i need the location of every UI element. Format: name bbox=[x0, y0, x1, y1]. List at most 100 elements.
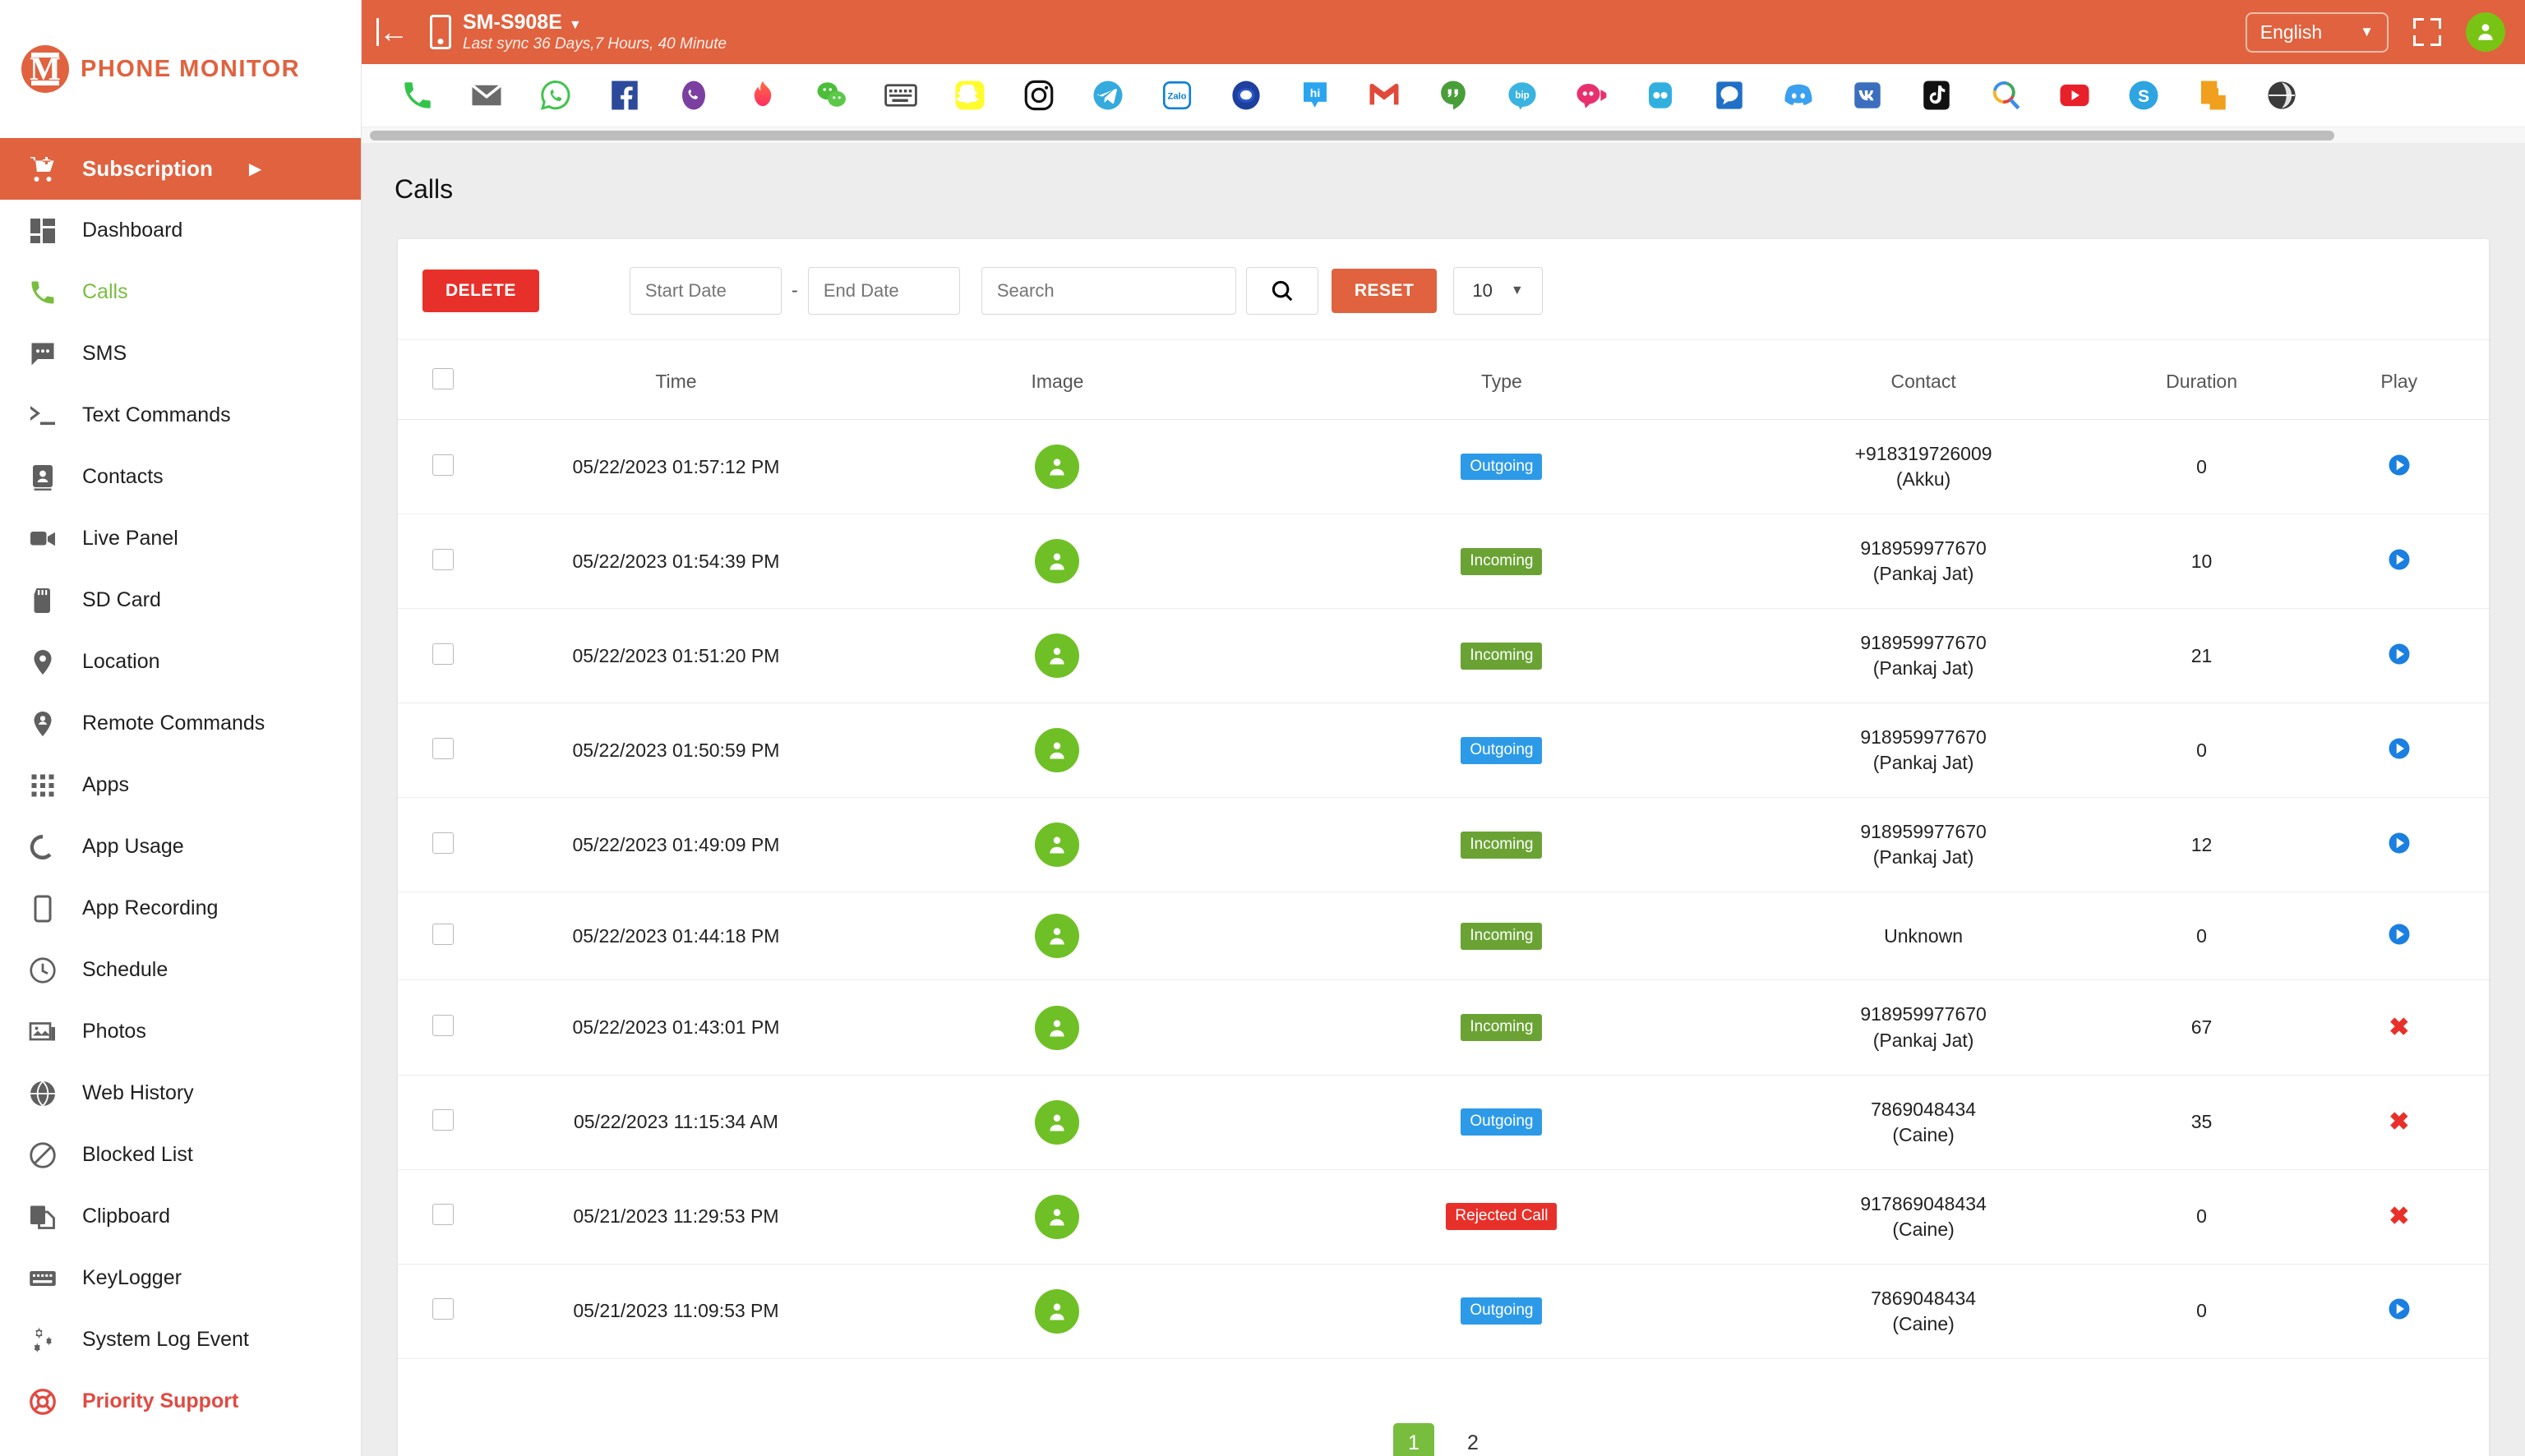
user-avatar-icon[interactable] bbox=[2466, 12, 2505, 52]
youtube-icon[interactable] bbox=[2040, 71, 2109, 120]
sidebar-item-app-usage[interactable]: App Usage bbox=[0, 816, 361, 878]
table-row[interactable]: 05/22/2023 01:44:18 PM Incoming Unknown 0 bbox=[398, 892, 2489, 981]
facebook-icon[interactable] bbox=[590, 71, 659, 120]
telegram-icon[interactable] bbox=[1073, 71, 1142, 120]
row-checkbox[interactable] bbox=[432, 454, 454, 476]
play-icon[interactable] bbox=[2387, 736, 2412, 761]
column-header-play[interactable]: Play bbox=[2309, 340, 2489, 420]
sidebar-item-blocked-list[interactable]: Blocked List bbox=[0, 1124, 361, 1186]
sidebar-item-calls[interactable]: Calls bbox=[0, 261, 361, 323]
apps-scrollbar-thumb[interactable] bbox=[370, 131, 2334, 141]
apps-scrollbar[interactable] bbox=[362, 127, 2525, 143]
keyboard-icon[interactable] bbox=[866, 71, 935, 120]
sidebar-item-system-log-event[interactable]: System Log Event bbox=[0, 1309, 361, 1371]
table-row[interactable]: 05/22/2023 01:49:09 PM Incoming 9189599776… bbox=[398, 797, 2489, 893]
row-checkbox[interactable] bbox=[432, 1015, 454, 1037]
sidebar-item-priority-support[interactable]: Priority Support bbox=[0, 1371, 361, 1432]
reset-button[interactable]: RESET bbox=[1331, 269, 1438, 313]
instagram-icon[interactable] bbox=[1004, 71, 1073, 120]
pagination-page-1[interactable]: 1 bbox=[1393, 1422, 1434, 1456]
sidebar-item-remote-commands[interactable]: Remote Commands bbox=[0, 693, 361, 754]
snapchat-icon[interactable] bbox=[935, 71, 1004, 120]
sidebar-item-subscription[interactable]: Subscription ▶ bbox=[0, 138, 361, 200]
sidebar-item-location[interactable]: Location bbox=[0, 631, 361, 693]
table-row[interactable]: 05/22/2023 01:50:59 PM Outgoing 9189599776… bbox=[398, 703, 2489, 799]
search-input[interactable] bbox=[981, 267, 1236, 315]
column-header-type[interactable]: Type bbox=[1250, 340, 1753, 420]
row-checkbox[interactable] bbox=[432, 1204, 454, 1226]
play-icon[interactable] bbox=[2387, 642, 2412, 666]
column-header-time[interactable]: Time bbox=[487, 340, 865, 420]
hike-icon[interactable]: hi bbox=[1281, 71, 1350, 120]
table-row[interactable]: 05/22/2023 01:57:12 PM Outgoing +918319726… bbox=[398, 419, 2489, 515]
pagination-page-2[interactable]: 2 bbox=[1452, 1423, 1493, 1456]
flickr-icon[interactable] bbox=[1626, 71, 1695, 120]
play-icon[interactable] bbox=[2387, 453, 2412, 477]
select-all-checkbox[interactable] bbox=[432, 368, 454, 389]
table-row[interactable]: 05/22/2023 11:15:34 AM Outgoing 7869048434… bbox=[398, 1075, 2489, 1170]
video-chat-icon[interactable] bbox=[1557, 71, 1626, 120]
table-row[interactable]: 05/22/2023 01:51:20 PM Incoming 9189599776… bbox=[398, 608, 2489, 704]
table-row[interactable]: 05/22/2023 01:43:01 PM Incoming 9189599776… bbox=[398, 979, 2489, 1076]
delete-button[interactable]: DELETE bbox=[422, 270, 539, 312]
page-size-select[interactable]: 10 ▼ bbox=[1453, 267, 1543, 315]
end-date-input[interactable] bbox=[807, 267, 960, 315]
sidebar-item-sd-card[interactable]: SD Card bbox=[0, 569, 361, 631]
column-header-duration[interactable]: Duration bbox=[2093, 340, 2310, 420]
sidebar-item-web-history[interactable]: Web History bbox=[0, 1062, 361, 1124]
start-date-input[interactable] bbox=[629, 267, 782, 315]
row-checkbox[interactable] bbox=[432, 548, 454, 570]
back-arrow-icon[interactable]: ← bbox=[376, 16, 418, 46]
fullscreen-icon[interactable] bbox=[2413, 18, 2441, 46]
vk-icon[interactable] bbox=[1833, 71, 1902, 120]
row-checkbox[interactable] bbox=[432, 1298, 454, 1320]
sidebar-item-clipboard[interactable]: Clipboard bbox=[0, 1186, 361, 1247]
column-header-image[interactable]: Image bbox=[864, 340, 1251, 420]
sidebar-item-schedule[interactable]: Schedule bbox=[0, 939, 361, 1001]
world-chat-icon[interactable] bbox=[2247, 71, 2316, 120]
imessage-icon[interactable] bbox=[1695, 71, 1764, 120]
row-checkbox[interactable] bbox=[432, 1109, 454, 1131]
viber-icon[interactable] bbox=[659, 71, 728, 120]
sidebar-item-sms[interactable]: SMS bbox=[0, 323, 361, 385]
bip-icon[interactable]: bip bbox=[1488, 71, 1557, 120]
sidebar-item-contacts[interactable]: Contacts bbox=[0, 446, 361, 508]
play-icon[interactable] bbox=[2387, 547, 2412, 572]
sidebar-item-photos[interactable]: Photos bbox=[0, 1001, 361, 1062]
wechat-icon[interactable] bbox=[797, 71, 866, 120]
play-icon[interactable] bbox=[2387, 1297, 2412, 1321]
no-recording-icon[interactable]: ✖ bbox=[2389, 1014, 2409, 1041]
sidebar-item-dashboard[interactable]: Dashboard bbox=[0, 200, 361, 261]
sidebar-item-apps[interactable]: Apps bbox=[0, 754, 361, 816]
discord-icon[interactable] bbox=[1764, 71, 1833, 120]
language-select[interactable]: English ▼ bbox=[2245, 12, 2389, 53]
play-icon[interactable] bbox=[2387, 831, 2412, 855]
tinder-icon[interactable] bbox=[728, 71, 797, 120]
brand-logo[interactable]: M PHONE MONITOR bbox=[0, 0, 361, 138]
search-button[interactable] bbox=[1245, 267, 1318, 315]
table-row[interactable]: 05/21/2023 11:29:53 PM Rejected Call 91786… bbox=[398, 1169, 2489, 1265]
column-header-contact[interactable]: Contact bbox=[1752, 340, 2094, 420]
play-icon[interactable] bbox=[2387, 922, 2412, 947]
sidebar-item-keylogger[interactable]: KeyLogger bbox=[0, 1247, 361, 1309]
email-icon[interactable] bbox=[452, 71, 521, 120]
hangouts-icon[interactable] bbox=[1419, 71, 1488, 120]
chevron-down-icon[interactable]: ▼ bbox=[569, 18, 582, 32]
row-checkbox[interactable] bbox=[432, 832, 454, 854]
apps-icon-list[interactable]: Zalo hi bip S bbox=[362, 64, 2525, 127]
sidebar-item-text-commands[interactable]: Text Commands bbox=[0, 385, 361, 446]
row-checkbox[interactable] bbox=[432, 923, 454, 945]
device-selector[interactable]: SM-S908E ▼ Last sync 36 Days,7 Hours, 40 … bbox=[430, 11, 727, 53]
row-checkbox[interactable] bbox=[432, 643, 454, 665]
sidebar-item-app-recording[interactable]: App Recording bbox=[0, 878, 361, 939]
zalo-icon[interactable]: Zalo bbox=[1142, 71, 1212, 120]
tiktok-icon[interactable] bbox=[1902, 71, 1971, 120]
gmail-icon[interactable] bbox=[1350, 71, 1419, 120]
no-recording-icon[interactable]: ✖ bbox=[2389, 1108, 2409, 1136]
sidebar-item-live-panel[interactable]: Live Panel bbox=[0, 508, 361, 569]
row-checkbox[interactable] bbox=[432, 737, 454, 759]
whatsapp-icon[interactable] bbox=[521, 71, 590, 120]
table-row[interactable]: 05/21/2023 11:09:53 PM Outgoing 7869048434… bbox=[398, 1264, 2489, 1359]
google-icon[interactable] bbox=[1971, 71, 2040, 120]
table-row[interactable]: 05/22/2023 01:54:39 PM Incoming 9189599776… bbox=[398, 514, 2489, 610]
